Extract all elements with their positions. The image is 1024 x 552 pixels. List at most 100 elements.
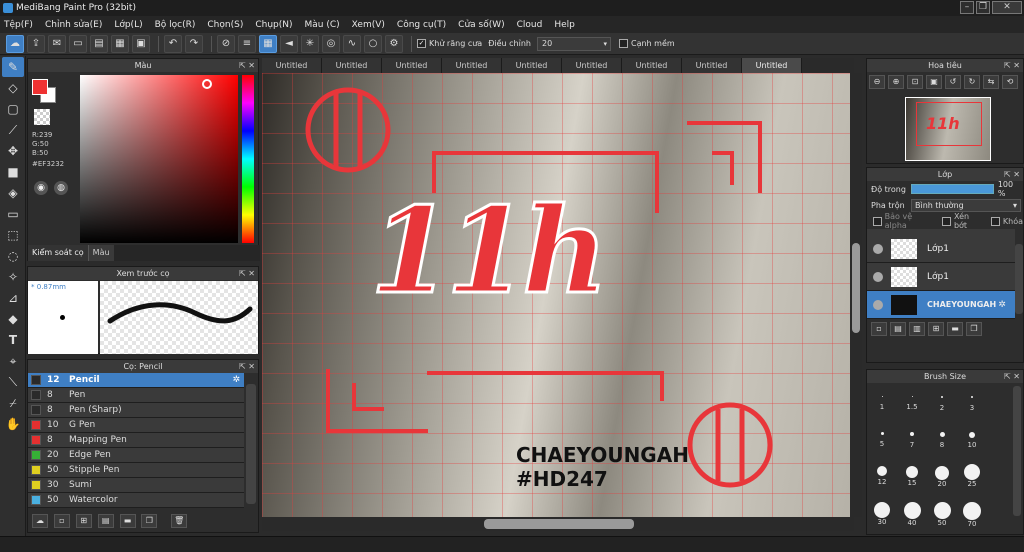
snap-off-icon[interactable]: ⊘ — [217, 34, 235, 53]
actual-size-icon[interactable]: ▣ — [926, 75, 942, 89]
brush-item-g-pen[interactable]: 10 G Pen — [28, 418, 244, 433]
menu-file[interactable]: Tệp(F) — [4, 20, 33, 30]
size-dot-20[interactable]: 20 — [927, 466, 957, 488]
primary-color-swatch[interactable] — [32, 79, 48, 95]
canvas[interactable]: 11h CHAEYOUNGAH #HD247 — [262, 73, 854, 517]
minimize-icon[interactable]: – — [960, 1, 974, 14]
select-eraser-icon[interactable]: ◆ — [2, 309, 24, 329]
restore-icon[interactable]: ❐ — [976, 1, 990, 14]
snap-settings-icon[interactable]: ⚙ — [385, 34, 403, 53]
panel-close-icon[interactable]: ⇱ ✕ — [1004, 370, 1020, 383]
chat-icon[interactable]: ✉ — [48, 34, 66, 53]
add-brush-icon[interactable]: ⊞ — [75, 514, 92, 528]
menu-edit[interactable]: Chỉnh sửa(E) — [45, 20, 102, 30]
rotate-right-icon[interactable]: ↻ — [964, 75, 980, 89]
blend-select[interactable]: Bình thường ▾ — [911, 198, 1021, 212]
panel-close-icon[interactable]: ⇱ ✕ — [239, 59, 255, 72]
gear-icon[interactable]: ✲ — [232, 375, 240, 385]
tab-document-1[interactable]: Untitled — [262, 58, 322, 73]
correction-select[interactable]: 20 ▾ — [536, 36, 611, 51]
move-tool-icon[interactable]: ✥ — [2, 141, 24, 161]
snap-curve-icon[interactable]: ∿ — [343, 34, 361, 53]
menu-cloud[interactable]: Cloud — [517, 20, 543, 30]
lasso-tool-icon[interactable]: ◌ — [2, 246, 24, 266]
rectangle-tool-icon[interactable]: ▢ — [2, 99, 24, 119]
manuscript-icon[interactable]: ▭ — [69, 34, 87, 53]
operation-tool-icon[interactable]: ⌖ — [2, 351, 24, 371]
panel-close-icon[interactable]: ⇱ ✕ — [1004, 168, 1020, 181]
panel-close-icon[interactable]: ⇱ ✕ — [239, 360, 255, 373]
menu-filter[interactable]: Bộ lọc(R) — [155, 20, 196, 30]
soft-edge-checkbox[interactable] — [618, 39, 628, 48]
fit-icon[interactable]: ⊡ — [907, 75, 923, 89]
reset-icon[interactable]: ⟲ — [1002, 75, 1018, 89]
eraser-tool-icon[interactable]: ◇ — [2, 78, 24, 98]
tab-document-6[interactable]: Untitled — [562, 58, 622, 73]
magic-wand-icon[interactable]: ✧ — [2, 267, 24, 287]
layer-row-2[interactable]: Lớp1 — [867, 263, 1015, 291]
flip-icon[interactable]: ⇆ — [983, 75, 999, 89]
size-dot-50[interactable]: 50 — [927, 502, 957, 527]
menu-layer[interactable]: Lớp(L) — [114, 20, 142, 30]
eye-icon[interactable] — [873, 299, 883, 310]
layer-scrollbar[interactable] — [1015, 244, 1023, 314]
tab-document-2[interactable]: Untitled — [322, 58, 382, 73]
snap-radial-icon[interactable]: ✳ — [301, 34, 319, 53]
menu-view[interactable]: Xem(V) — [352, 20, 385, 30]
duplicate-layer-icon[interactable]: ❐ — [966, 322, 982, 336]
page-icon[interactable]: ▣ — [132, 34, 150, 53]
transparent-swatch[interactable] — [34, 109, 50, 125]
bucket-tool-icon[interactable]: ◈ — [2, 183, 24, 203]
tab-document-9[interactable]: Untitled — [742, 58, 802, 73]
snap-concentric-icon[interactable]: ◎ — [322, 34, 340, 53]
text-tool-icon[interactable]: T — [2, 330, 24, 350]
brush-item-stipple-pen[interactable]: 50 Stipple Pen — [28, 463, 244, 478]
size-dot-12[interactable]: 12 — [867, 466, 897, 486]
brush-settings-icon[interactable]: ▤ — [97, 514, 114, 528]
clip-checkbox[interactable] — [942, 216, 951, 226]
navigator-thumbnail[interactable]: 11h — [905, 97, 991, 161]
palette-icon[interactable]: ◉ — [34, 181, 48, 195]
size-dot-1[interactable]: 1 — [867, 396, 897, 411]
size-dot-5[interactable]: 5 — [867, 432, 897, 448]
tab-brush-control[interactable]: Kiểm soát cọ — [28, 245, 88, 261]
brush-item-edge-pen[interactable]: 20 Edge Pen — [28, 448, 244, 463]
size-dot-8[interactable]: 8 — [927, 432, 957, 449]
cloud-brush-icon[interactable]: ☁ — [32, 514, 48, 528]
duplicate-icon[interactable]: ❐ — [141, 514, 158, 528]
rotate-left-icon[interactable]: ↺ — [945, 75, 961, 89]
gradient-tool-icon[interactable]: ▭ — [2, 204, 24, 224]
brush-item-pen[interactable]: 8 Pen — [28, 388, 244, 403]
menu-tools[interactable]: Công cụ(T) — [397, 20, 446, 30]
size-dot-3[interactable]: 3 — [957, 396, 987, 412]
export-icon[interactable]: ⇪ — [27, 34, 45, 53]
selection-pen-icon[interactable]: ⟋ — [2, 120, 24, 140]
undo-icon[interactable]: ↶ — [164, 34, 182, 53]
redo-icon[interactable]: ↷ — [185, 34, 203, 53]
divide-tool-icon[interactable]: ⟍ — [2, 372, 24, 392]
size-dot-2[interactable]: 2 — [927, 396, 957, 412]
brush-item-watercolor[interactable]: 50 Watercolor — [28, 493, 244, 508]
tab-document-8[interactable]: Untitled — [682, 58, 742, 73]
brush-tool-icon[interactable]: ✎ — [2, 57, 24, 77]
vertical-scroll-thumb[interactable] — [852, 243, 860, 333]
horizontal-scrollbar[interactable] — [262, 517, 854, 531]
size-dot-40[interactable]: 40 — [897, 502, 927, 527]
panel-close-icon[interactable]: ⇱ ✕ — [239, 267, 255, 280]
brush-item-mapping-pen[interactable]: 8 Mapping Pen — [28, 433, 244, 448]
lock-checkbox[interactable] — [991, 216, 1000, 226]
size-dot-30[interactable]: 30 — [867, 502, 897, 526]
layer-folder-icon[interactable]: ▬ — [947, 322, 963, 336]
fill-rect-tool-icon[interactable]: ■ — [2, 162, 24, 182]
brush-item-pencil[interactable]: 12 Pencil ✲ — [28, 373, 244, 388]
size-dot-25[interactable]: 25 — [957, 464, 987, 488]
zoom-in-icon[interactable]: ⊕ — [888, 75, 904, 89]
eye-icon[interactable] — [873, 243, 883, 254]
new-brush-icon[interactable]: ▫ — [53, 514, 70, 528]
tab-document-3[interactable]: Untitled — [382, 58, 442, 73]
horizontal-scroll-thumb[interactable] — [484, 519, 634, 529]
gear-icon[interactable]: ✲ — [998, 300, 1006, 310]
tab-color[interactable]: Màu — [87, 245, 114, 261]
protect-alpha-checkbox[interactable] — [873, 216, 882, 226]
new-layer-icon[interactable]: ▫ — [871, 322, 887, 336]
